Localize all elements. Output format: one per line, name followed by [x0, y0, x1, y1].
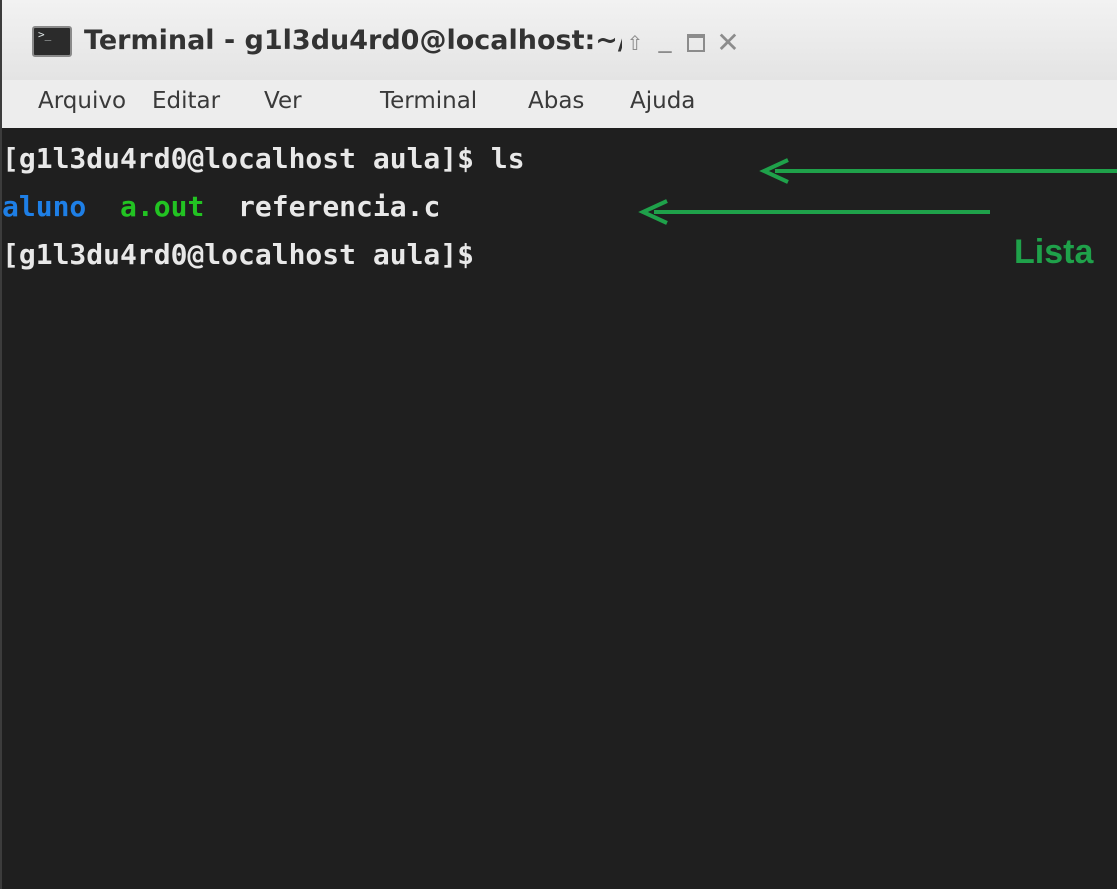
arrow-to-output — [638, 199, 990, 225]
annotation-label: Lista — [1014, 233, 1094, 271]
annotation-overlay — [638, 158, 1117, 225]
arrow-to-command — [759, 158, 1117, 184]
